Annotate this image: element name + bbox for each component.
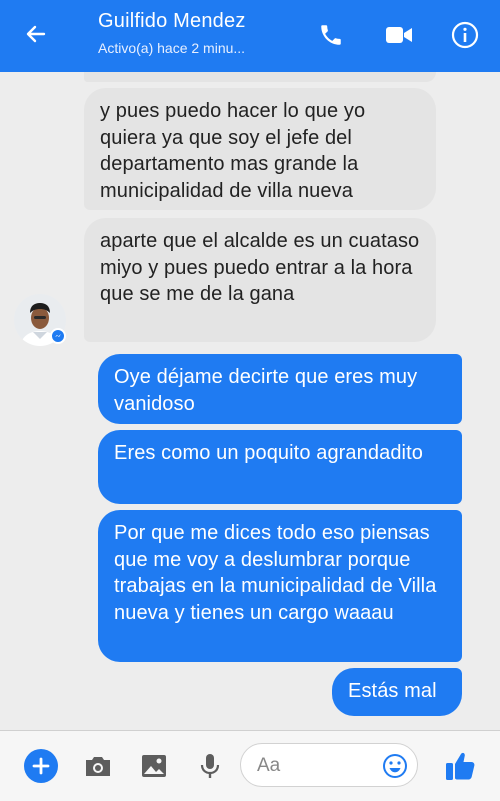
contact-status: Activo(a) hace 2 minu... [98,40,246,56]
message-input[interactable] [255,752,379,780]
outgoing-message[interactable]: Eres como un poquito agrandadito [98,430,462,504]
camera-icon[interactable] [82,751,114,781]
messenger-badge-icon [50,328,66,344]
video-camera-icon[interactable] [384,20,414,50]
message-list[interactable]: y pues puedo hacer lo que yo quiera ya q… [0,72,500,730]
info-icon[interactable] [450,20,480,50]
message-composer [0,730,500,801]
microphone-icon[interactable] [194,751,226,781]
thumbs-up-icon[interactable] [442,748,478,784]
back-arrow-icon[interactable] [22,20,50,48]
phone-icon[interactable] [316,20,346,50]
contact-name[interactable]: Guilfido Mendez [98,10,246,33]
emoji-icon[interactable] [380,751,410,781]
plus-icon[interactable] [24,749,58,783]
outgoing-message[interactable]: Estás mal [332,668,462,716]
outgoing-message[interactable]: Por que me dices todo eso piensas que me… [98,510,462,662]
chat-header: Guilfido Mendez Activo(a) hace 2 minu... [0,0,500,72]
outgoing-message[interactable]: Oye déjame decirte que eres muy vanidoso [98,354,462,424]
previous-message-bubble [84,72,436,82]
incoming-message[interactable]: aparte que el alcalde es un cuataso miyo… [84,218,436,342]
image-icon[interactable] [138,751,170,781]
incoming-message[interactable]: y pues puedo hacer lo que yo quiera ya q… [84,88,436,210]
